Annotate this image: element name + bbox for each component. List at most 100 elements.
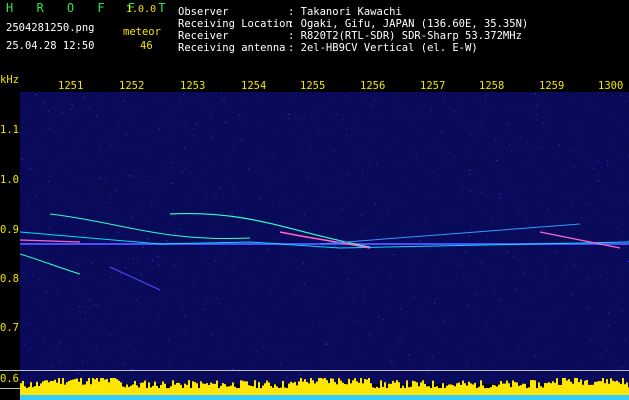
- level-bar-segment: [568, 379, 570, 395]
- level-bar-segment: [294, 381, 296, 395]
- level-bar-segment: [408, 387, 410, 395]
- y-tick-label: 0.7: [0, 322, 19, 334]
- level-bar-segment: [230, 385, 232, 395]
- level-bar-segment: [332, 378, 334, 395]
- level-bar-segment: [268, 382, 270, 395]
- level-bar-segment: [232, 382, 234, 395]
- level-bar-segment: [392, 380, 394, 395]
- level-bar-segment: [508, 383, 510, 395]
- level-bar-segment: [558, 384, 560, 395]
- level-bar-segment: [622, 378, 624, 395]
- level-bar-segment: [588, 384, 590, 395]
- level-bar-segment: [46, 380, 48, 395]
- level-bar-segment: [200, 381, 202, 395]
- level-bar-segment: [72, 379, 74, 395]
- level-bar-segment: [58, 378, 60, 395]
- level-bar-segment: [320, 378, 322, 395]
- level-bar-segment: [198, 388, 200, 395]
- level-bar-segment: [442, 383, 444, 395]
- level-bar-segment: [516, 382, 518, 395]
- level-bar-segment: [228, 386, 230, 395]
- x-tick-label: 1254: [241, 80, 267, 92]
- level-bar-segment: [488, 388, 490, 395]
- level-bar-segment: [336, 384, 338, 395]
- level-bar-segment: [572, 383, 574, 395]
- level-bar-segment: [108, 382, 110, 395]
- level-bar-segment: [350, 383, 352, 395]
- level-bar-segment: [560, 385, 562, 395]
- level-bar-segment: [88, 378, 90, 395]
- level-bar-segment: [330, 378, 332, 395]
- level-bar-segment: [394, 382, 396, 395]
- level-bar-segment: [264, 383, 266, 395]
- file-name: 2504281250.png: [6, 22, 95, 34]
- level-bar-segment: [202, 383, 204, 395]
- level-bar-segment: [484, 388, 486, 395]
- level-bar-segment: [148, 382, 150, 395]
- level-bar-segment: [578, 382, 580, 395]
- x-tick-label: 1258: [479, 80, 505, 92]
- level-bar-segment: [40, 383, 42, 395]
- level-bar-segment: [402, 385, 404, 395]
- antenna-label: Receiving antenna: [178, 42, 286, 54]
- level-bar-segment: [600, 381, 602, 395]
- level-bar-segment: [370, 383, 372, 395]
- level-bar-segment: [472, 384, 474, 395]
- level-bar-segment: [124, 387, 126, 395]
- level-bar-segment: [304, 379, 306, 395]
- level-bar-segment: [498, 384, 500, 395]
- level-bar-segment: [134, 381, 136, 395]
- level-bar-segment: [186, 384, 188, 395]
- level-bar-segment: [110, 378, 112, 395]
- header-panel: H R O F F T 1.0.0 2504281250.png 25.04.2…: [0, 0, 629, 76]
- level-bar-segment: [604, 383, 606, 395]
- level-bar-segment: [466, 385, 468, 395]
- date-time: 25.04.28 12:50: [6, 40, 95, 52]
- receiver-value: : R820T2(RTL-SDR) SDR-Sharp 53.372MHz: [288, 30, 522, 42]
- level-bar-segment: [266, 380, 268, 395]
- level-bar-segment: [78, 381, 80, 395]
- level-bar-segment: [566, 380, 568, 395]
- level-bar-segment: [140, 382, 142, 395]
- level-bar-segment: [174, 384, 176, 395]
- level-bar-segment: [612, 380, 614, 395]
- level-bar-segment: [418, 386, 420, 395]
- level-bar-segment: [76, 378, 78, 395]
- level-bar-segment: [426, 386, 428, 395]
- level-bar-segment: [378, 388, 380, 395]
- level-bar-segment: [610, 378, 612, 395]
- level-bar-segment: [512, 380, 514, 395]
- level-bar-segment: [166, 388, 168, 395]
- x-tick-label: 1252: [119, 80, 145, 92]
- level-bar-segment: [548, 382, 550, 395]
- level-bar-segment: [530, 380, 532, 395]
- level-bar-segment: [584, 380, 586, 395]
- level-bar-segment: [326, 380, 328, 395]
- level-bar-segment: [396, 380, 398, 395]
- level-bar-segment: [188, 380, 190, 395]
- level-bar-segment: [38, 386, 40, 395]
- level-bar-segment: [314, 383, 316, 395]
- level-bar-segment: [274, 384, 276, 395]
- level-bar-segment: [178, 382, 180, 395]
- level-bar-segment: [440, 388, 442, 395]
- level-baseline: [20, 395, 629, 400]
- antenna-value: : 2el-HB9CV Vertical (el. E-W): [288, 42, 478, 54]
- level-bar-segment: [496, 386, 498, 395]
- app-version: 1.0.0: [126, 4, 157, 15]
- level-bar-segment: [70, 380, 72, 395]
- level-bar-segment: [400, 388, 402, 395]
- level-bar-segment: [564, 378, 566, 395]
- level-bar-segment: [462, 380, 464, 395]
- level-bar-segment: [22, 380, 24, 395]
- level-bar-segment: [142, 382, 144, 395]
- level-bar-segment: [130, 385, 132, 395]
- level-bar-segment: [60, 383, 62, 395]
- level-bar-segment: [208, 385, 210, 395]
- level-bar-segment: [28, 386, 30, 395]
- level-bar-segment: [276, 386, 278, 395]
- y-tick-label: 0.6: [0, 373, 19, 385]
- level-bar-segment: [596, 381, 598, 395]
- level-bar-segment: [606, 379, 608, 395]
- level-bar-segment: [278, 388, 280, 395]
